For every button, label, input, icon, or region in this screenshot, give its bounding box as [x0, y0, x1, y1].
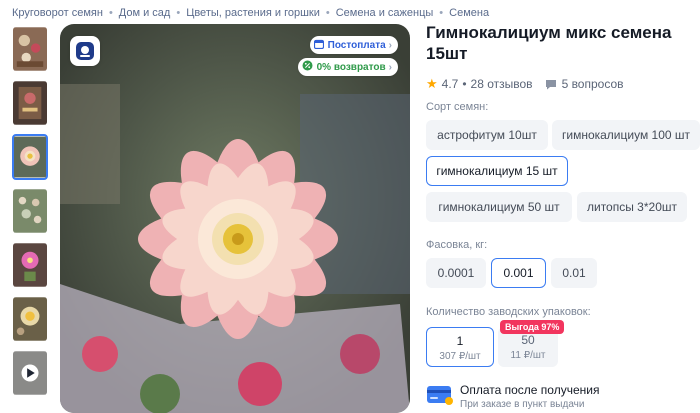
packing-option-selected[interactable]: 0.001	[491, 258, 546, 288]
cactus-flower-image	[60, 24, 410, 413]
questions-label: 5 вопросов	[561, 77, 624, 91]
breadcrumb-separator: •	[325, 7, 330, 19]
breadcrumb-item[interactable]: Семена	[449, 7, 489, 19]
quantity-count: 1	[456, 334, 464, 348]
variety-option[interactable]: астрофитум 10шт	[426, 120, 548, 150]
variety-label: Сорт семян:	[426, 101, 489, 113]
rating-separator: •	[462, 77, 467, 91]
thumbnail-video[interactable]	[12, 350, 48, 396]
quantity-price: 307 ₽/шт	[439, 351, 481, 362]
variety-option[interactable]: литопсы 3*20шт	[577, 192, 687, 222]
card-icon	[427, 386, 453, 405]
variety-option-selected[interactable]: гимнокалициум 15 шт	[426, 156, 568, 186]
quantity-price: 11 ₽/шт	[510, 350, 546, 361]
thumbnail-2[interactable]	[12, 80, 48, 126]
postpay-badge[interactable]: Постоплата ›	[309, 36, 398, 54]
main-product-photo[interactable]: Постоплата › 0% возвратов ›	[60, 24, 410, 413]
packing-option[interactable]: 0.0001	[426, 258, 486, 288]
breadcrumb-item[interactable]: Семена и саженцы	[336, 7, 434, 19]
discount-badge: Выгода 97%	[500, 320, 565, 334]
product-title: Гимнокалициум микс семена 15шт	[426, 23, 672, 63]
payment-after-delivery[interactable]: Оплата после получения При заказе в пунк…	[426, 383, 599, 410]
calendar-icon	[313, 39, 324, 52]
rating-row: ★ 4.7 • 28 отзывов 5 вопросов	[426, 76, 624, 92]
payment-subtitle: При заказе в пункт выдачи	[460, 399, 585, 410]
thumbnail-6[interactable]	[12, 296, 48, 342]
star-icon: ★	[426, 76, 438, 91]
breadcrumb-separator: •	[108, 7, 113, 19]
packing-option[interactable]: 0.01	[551, 258, 597, 288]
chevron-right-icon: ›	[388, 61, 392, 73]
returns-badge[interactable]: 0% возвратов ›	[297, 58, 398, 76]
chevron-right-icon: ›	[388, 39, 392, 51]
rating-value: 4.7	[441, 77, 459, 91]
reviews-link[interactable]: 28 отзывов	[471, 77, 533, 91]
breadcrumb-separator: •	[439, 7, 444, 19]
breadcrumb-item[interactable]: Цветы, растения и горшки	[186, 7, 320, 19]
thumbnail-4[interactable]	[12, 188, 48, 234]
variety-option[interactable]: гимнокалициум 50 шт	[426, 192, 572, 222]
thumbnail-3-selected[interactable]	[12, 134, 48, 180]
breadcrumb-item[interactable]: Круговорот семян	[12, 7, 103, 19]
payment-title: Оплата после получения	[460, 383, 600, 397]
quantity-count: 50	[521, 333, 535, 347]
thumbnail-1[interactable]	[12, 26, 48, 72]
quantity-label: Количество заводских упаковок:	[426, 306, 591, 318]
postpay-label: Постоплата	[327, 39, 386, 51]
returns-label: 0% возвратов	[316, 61, 386, 73]
questions-link[interactable]: 5 вопросов	[545, 77, 624, 91]
thumbnail-5[interactable]	[12, 242, 48, 288]
breadcrumb-separator: •	[176, 7, 181, 19]
breadcrumb: Круговорот семян • Дом и сад • Цветы, раст…	[12, 6, 489, 20]
thumbnail-strip	[12, 26, 48, 404]
variety-option[interactable]: гимнокалициум 100 шт	[552, 120, 700, 150]
brand-logo-badge	[70, 36, 100, 66]
percent-icon	[302, 60, 313, 74]
quantity-option-selected[interactable]: 1 307 ₽/шт	[426, 327, 494, 367]
brand-logo-icon	[76, 42, 94, 60]
packing-label: Фасовка, кг:	[426, 239, 488, 251]
chat-icon	[545, 79, 556, 89]
breadcrumb-item[interactable]: Дом и сад	[119, 7, 171, 19]
